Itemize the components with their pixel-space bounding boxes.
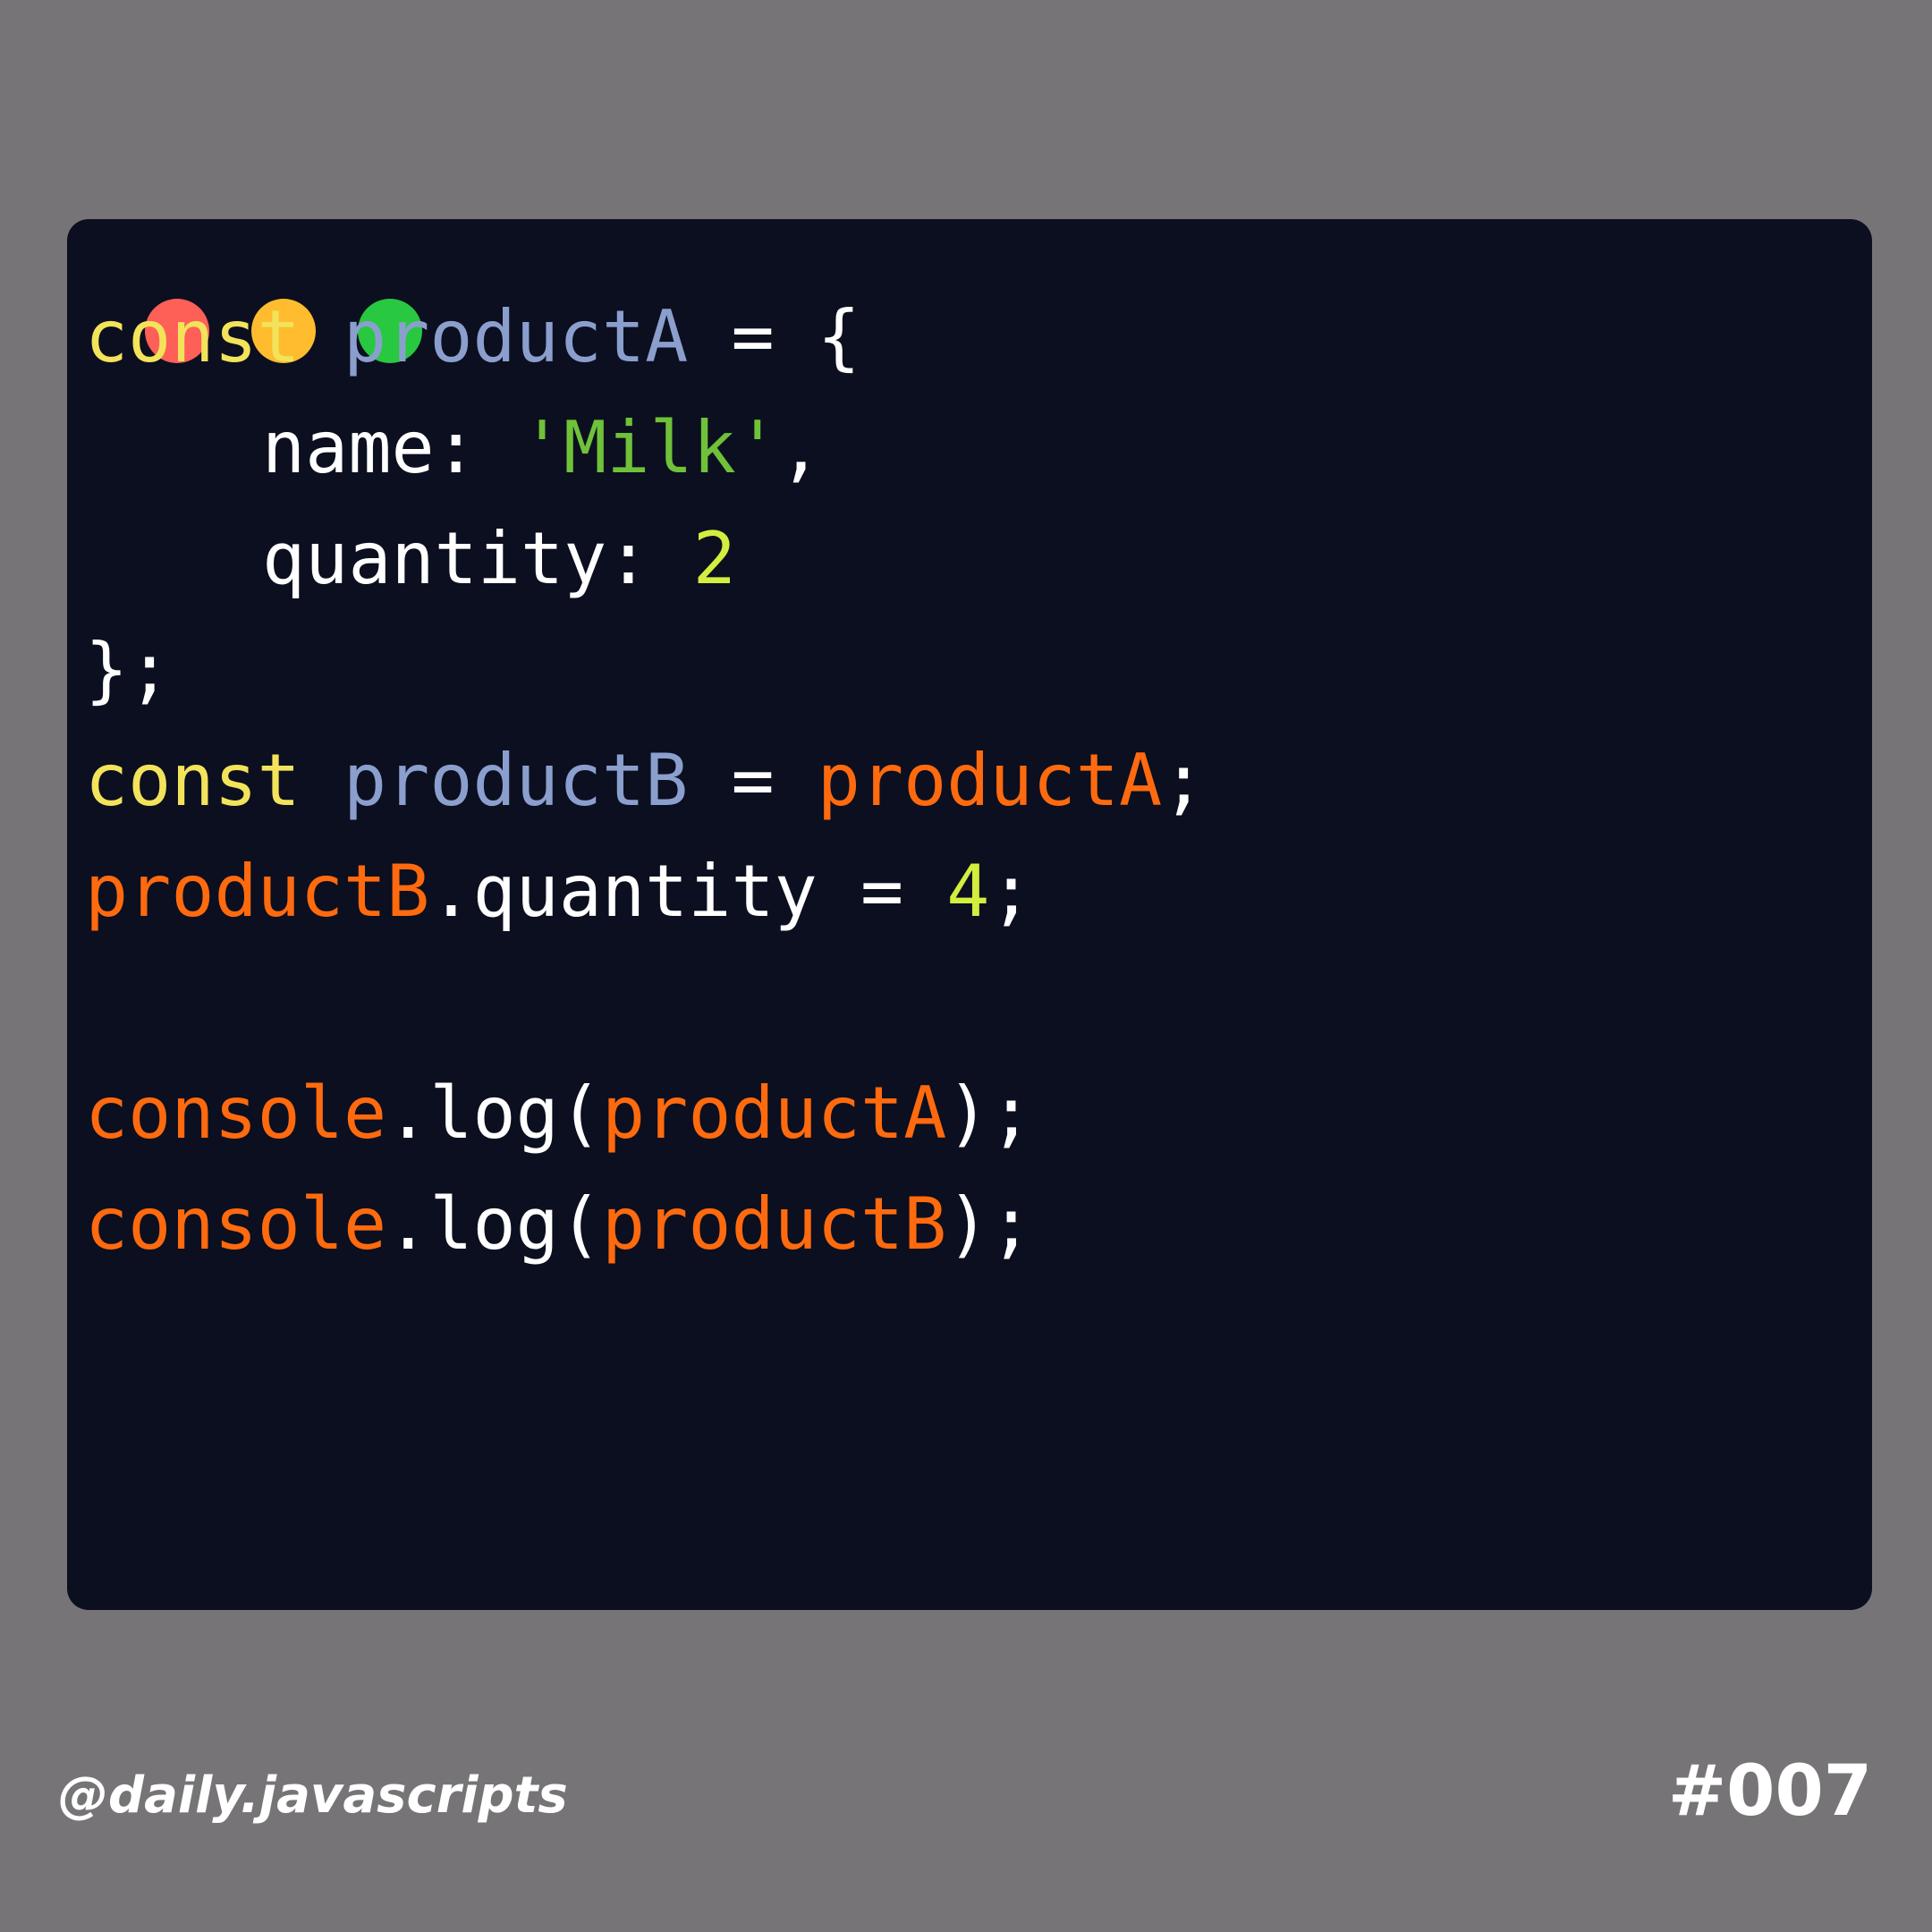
code-token: }; <box>85 628 172 711</box>
code-line: productB.quantity = 4; <box>85 836 1205 947</box>
code-block: const productA = {name: 'Milk', quantity:… <box>85 282 1205 1280</box>
code-token: .quantity = <box>429 850 947 933</box>
code-token: = { <box>688 295 860 378</box>
code-token: 4 <box>946 850 990 933</box>
code-token: ; <box>1162 739 1206 822</box>
code-line: quantity: 2 <box>85 504 1205 614</box>
code-token: productA <box>817 739 1163 822</box>
code-line: ​ <box>85 947 1205 1058</box>
code-token: .log( <box>386 1182 602 1266</box>
code-token: const <box>85 295 343 378</box>
code-token: 2 <box>692 517 736 600</box>
code-token: productA <box>343 295 689 378</box>
code-token: ); <box>946 1072 1033 1155</box>
author-handle: @daily.javascripts <box>58 1767 568 1825</box>
code-token: const <box>85 739 343 822</box>
code-token: productB <box>343 739 689 822</box>
code-token: console <box>85 1072 387 1155</box>
code-token: quantity: <box>262 517 693 600</box>
code-line: const productA = { <box>85 282 1205 393</box>
code-token: productB <box>601 1182 947 1266</box>
code-token: .log( <box>386 1072 602 1155</box>
code-token: productB <box>85 850 430 933</box>
code-line: }; <box>85 614 1205 725</box>
post-number: #007 <box>1667 1751 1872 1832</box>
code-line: console.log(productA); <box>85 1058 1205 1169</box>
code-token: = <box>688 739 818 822</box>
code-line: const productB = productA; <box>85 725 1205 836</box>
code-token: console <box>85 1182 387 1266</box>
code-token: 'Milk' <box>520 406 779 489</box>
code-token: ; <box>989 850 1033 933</box>
code-line: console.log(productB); <box>85 1169 1205 1280</box>
code-token: , <box>778 406 823 489</box>
code-token: name: <box>262 406 521 489</box>
code-token: ); <box>946 1182 1033 1266</box>
code-line: name: 'Milk', <box>85 393 1205 504</box>
code-token: productA <box>601 1072 947 1155</box>
